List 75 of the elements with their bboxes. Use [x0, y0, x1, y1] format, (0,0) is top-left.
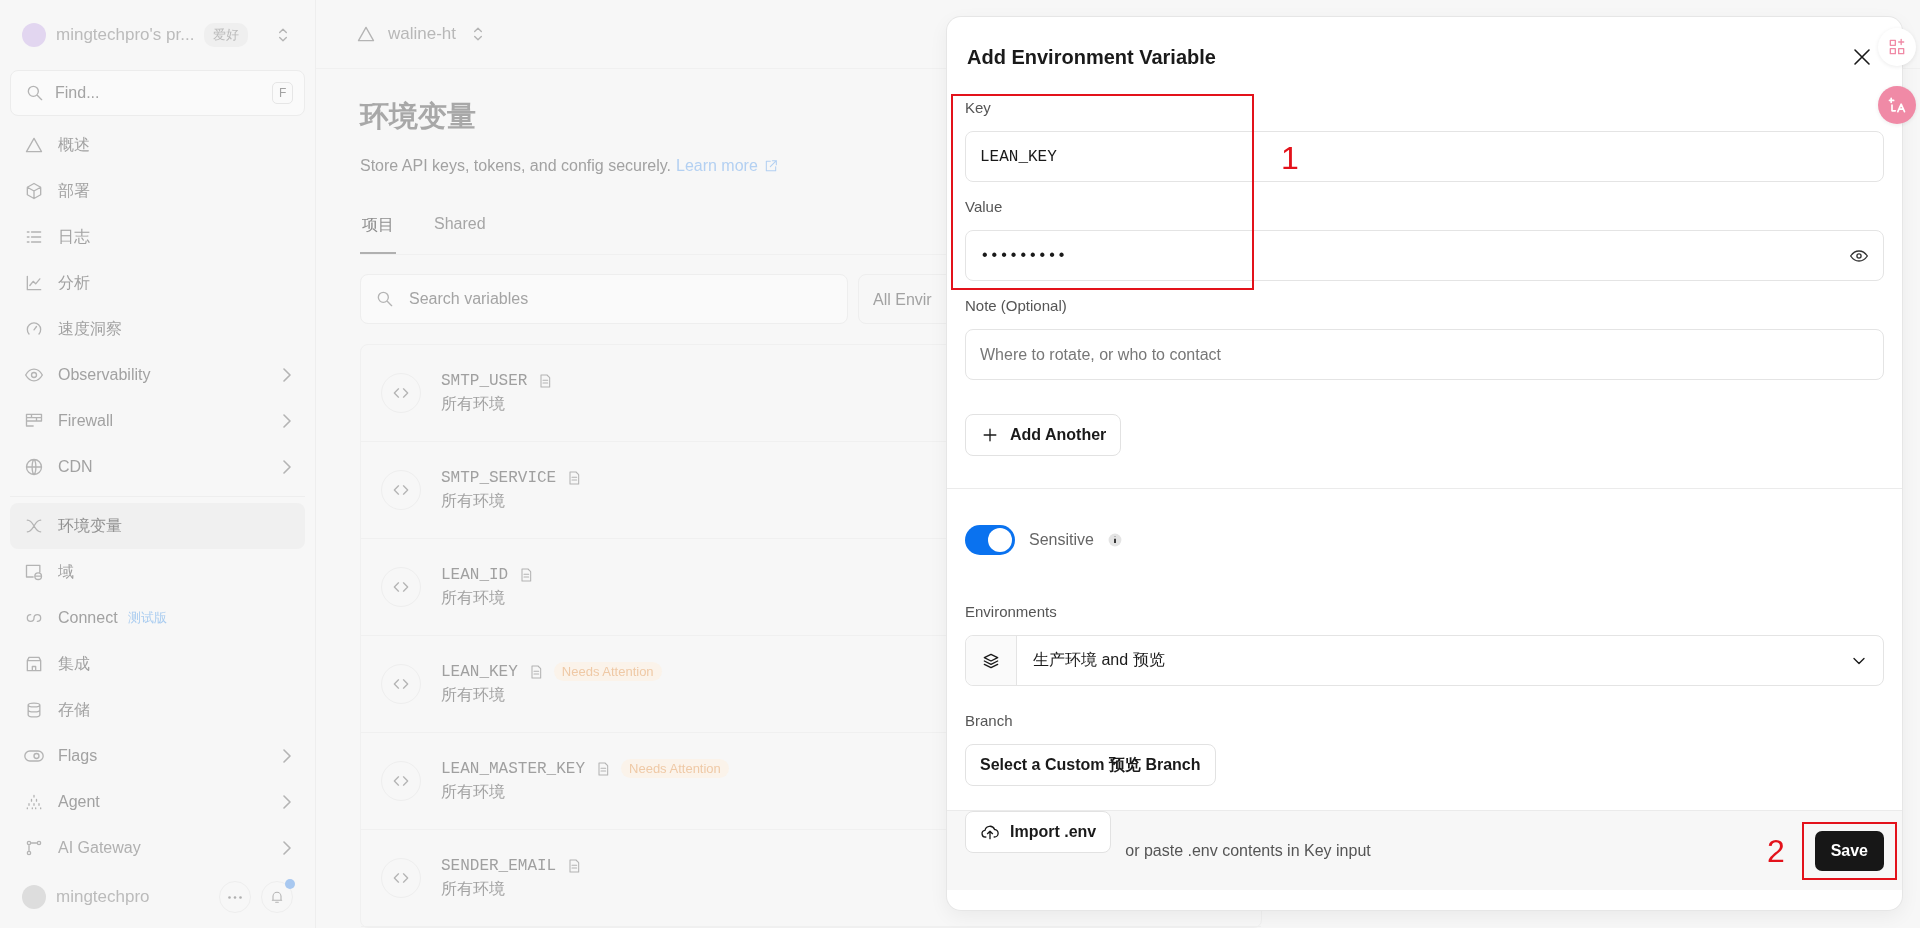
field-label: Key: [965, 99, 992, 117]
user-name[interactable]: mingtechpro: [56, 887, 150, 907]
user-avatar: [22, 885, 46, 909]
project-name[interactable]: waline-ht: [388, 24, 457, 44]
nav-item[interactable]: 速度洞察: [10, 306, 305, 352]
attention-badge: Needs Attention: [553, 662, 662, 681]
attention-badge: Needs Attention: [621, 759, 729, 778]
nav-item[interactable]: 集成: [10, 641, 305, 687]
learn-more-link[interactable]: Learn more: [676, 157, 758, 175]
branch-button[interactable]: Select a Custom 预览 Branch: [965, 744, 1216, 786]
translate-icon: [1887, 95, 1907, 115]
search-input[interactable]: Search variables: [409, 275, 833, 323]
bell-icon: [269, 889, 285, 905]
nav-item[interactable]: 域: [10, 549, 305, 595]
nav-item[interactable]: Firewall: [10, 398, 305, 444]
chart-icon: [24, 273, 44, 293]
nav-item[interactable]: AI Gateway: [10, 825, 305, 866]
variable-scope: 所有环境: [441, 782, 506, 802]
nav-item[interactable]: Observability: [10, 352, 305, 398]
import-button[interactable]: Import .env: [965, 811, 1112, 853]
add-another-button[interactable]: Add Another: [965, 414, 1122, 456]
nav-item[interactable]: Connect 测试版: [10, 595, 305, 641]
variable-name: SMTP_USER: [441, 371, 528, 390]
search-icon: [375, 289, 395, 309]
shortcut-key: F: [272, 82, 294, 104]
cube-icon: [24, 181, 44, 201]
variable-name: SENDER_EMAIL: [441, 856, 557, 875]
nav-item[interactable]: 环境变量: [10, 503, 305, 549]
field-label: Environments: [965, 603, 1058, 621]
nav-item[interactable]: 日志: [10, 214, 305, 260]
nav-item[interactable]: CDN: [10, 444, 305, 490]
variable-scope: 所有环境: [441, 393, 506, 414]
search-icon: [25, 83, 45, 103]
variable-name: SMTP_SERVICE: [441, 468, 557, 487]
search-field[interactable]: Find... F: [10, 70, 305, 116]
variable-name: LEAN_ID: [441, 565, 509, 584]
variable-scope: 所有环境: [441, 878, 506, 899]
triangle-icon: [24, 135, 44, 155]
team-name[interactable]: mingtechpro's pr...: [56, 25, 195, 45]
field-label: Value: [965, 198, 1004, 216]
info-icon: [1107, 533, 1122, 547]
nav-item[interactable]: 存储: [10, 687, 305, 733]
variable-scope: 所有环境: [441, 685, 506, 705]
translate-button[interactable]: [1878, 86, 1916, 124]
search-field[interactable]: Search variables: [360, 274, 848, 324]
nav-item[interactable]: Agent: [10, 779, 305, 825]
tab[interactable]: Shared: [432, 207, 488, 254]
globe-icon: [24, 457, 44, 477]
annotation-number: 1: [1281, 142, 1299, 174]
domain-icon: [24, 562, 44, 582]
beta-tag: 测试版: [127, 609, 167, 627]
field-label: Branch: [965, 712, 1014, 730]
annotation-number: 2: [1767, 835, 1785, 867]
save-button[interactable]: Save: [1814, 830, 1884, 871]
tab[interactable]: 项目: [360, 207, 396, 254]
variable-name: LEAN_KEY: [441, 662, 518, 681]
dialog-title: Add Environment Variable: [967, 45, 1216, 69]
page-title: 环境变量: [360, 99, 476, 134]
environment-select[interactable]: 生产环境 and 预览: [965, 635, 1884, 686]
store-icon: [24, 654, 44, 674]
grid-sparkle-icon: [1887, 37, 1907, 57]
variable-scope: 所有环境: [441, 587, 506, 608]
variable-scope: 所有环境: [441, 490, 506, 511]
nav-item[interactable]: 概述: [10, 122, 305, 168]
more-icon: [228, 895, 242, 899]
search-input[interactable]: Find...: [55, 71, 262, 115]
nav-item[interactable]: 分析: [10, 260, 305, 306]
toggle-switch[interactable]: [965, 525, 1015, 555]
nav-item[interactable]: Flags: [10, 733, 305, 779]
variable-name: LEAN_MASTER_KEY: [441, 759, 586, 778]
page-description: Store API keys, tokens, and config securely.: [360, 157, 671, 175]
triangle-icon: [356, 24, 376, 44]
nav-item[interactable]: 部署: [10, 168, 305, 214]
field-label: Note (Optional): [965, 297, 1068, 315]
team-avatar: [22, 23, 46, 47]
